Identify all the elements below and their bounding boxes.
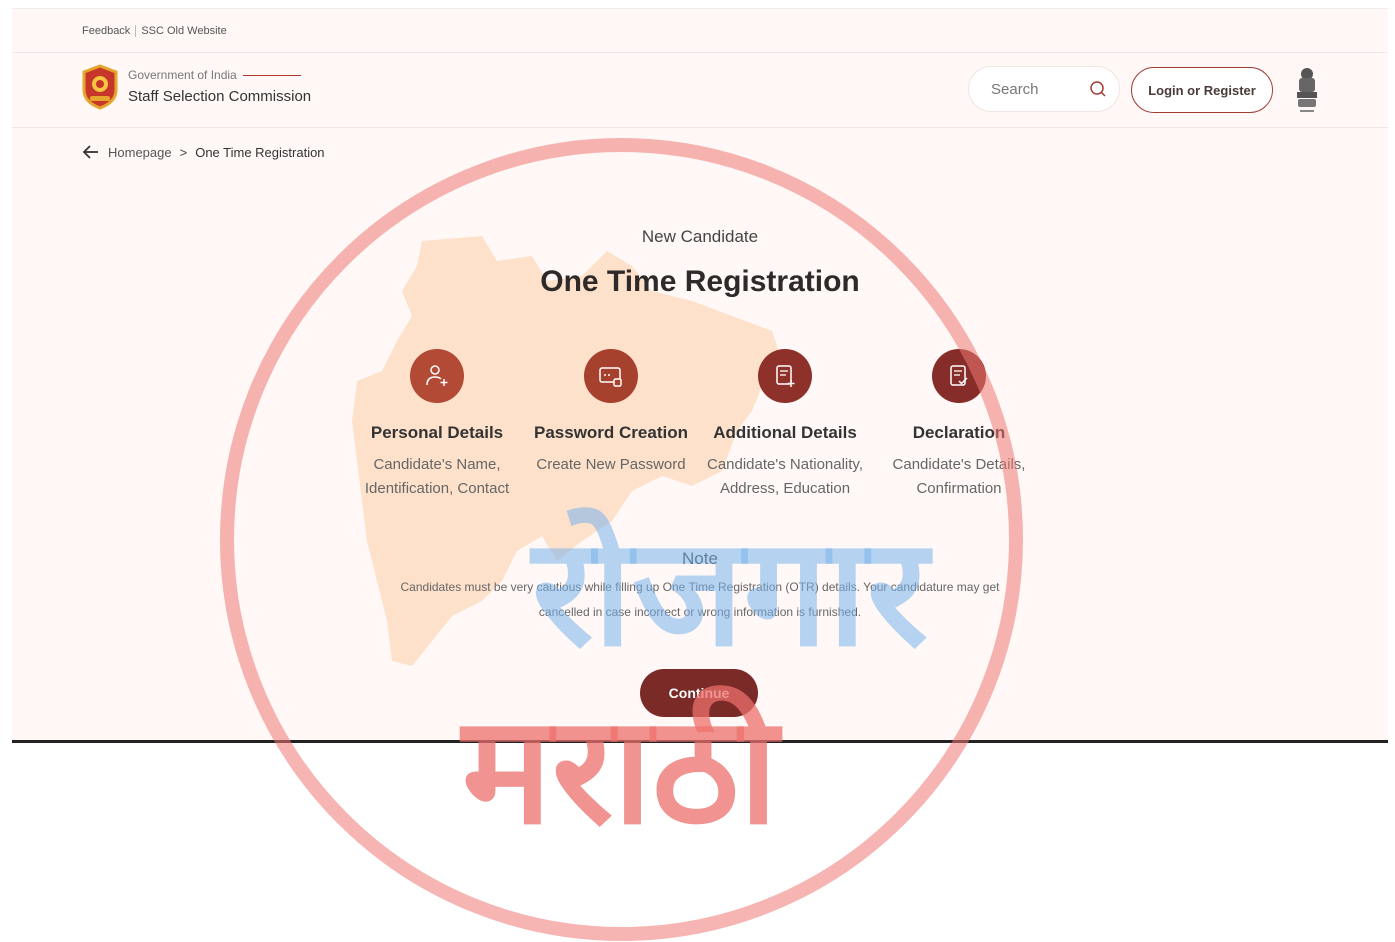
search-input[interactable] [989,79,1083,99]
note-label: Note [682,549,718,568]
page-title: One Time Registration [540,265,860,298]
feedback-link[interactable]: Feedback [82,25,130,37]
step-additional-details: Additional Details Candidate's Nationali… [698,349,872,519]
step-title: Password Creation [534,423,688,442]
org-name: Staff Selection Commission [128,88,312,105]
breadcrumb-current: One Time Registration [195,144,325,160]
step-personal-details: Personal Details Candidate's Name, Ident… [350,349,524,519]
add-user-icon [426,365,448,386]
breadcrumb: Homepage > One Time Registration [82,143,325,161]
step-title: Declaration [912,423,1006,442]
site-header: Government of India Staff Selection Comm… [12,54,1388,128]
step-declaration: Declaration Candidate's Details, Confirm… [872,349,1046,519]
step-icon-badge [584,349,638,403]
breadcrumb-home[interactable]: Homepage [108,145,172,160]
step-icon-badge [410,349,464,403]
registration-steps: Personal Details Candidate's Name, Ident… [350,349,1046,519]
login-register-button[interactable]: Login or Register [1131,67,1273,113]
step-title: Personal Details [370,423,504,442]
note-text: Candidates must be very cautious while f… [400,580,1000,619]
utility-bar: Feedback SSC Old Website [12,9,1388,53]
step-description: Candidate's Nationality, Address, Educat… [706,456,863,497]
step-description: Candidate's Details, Confirmation [892,456,1026,497]
search-icon[interactable] [1089,80,1107,98]
password-card-icon [599,367,622,387]
step-icon-badge [932,349,986,403]
step-password-creation: Password Creation Create New Password [524,349,698,519]
gov-label: Government of India [128,68,301,82]
ssc-logo-icon[interactable] [80,64,120,110]
page-subtitle: New Candidate [641,227,759,246]
step-icon-badge [758,349,812,403]
national-emblem-icon [1297,68,1317,112]
step-description: Create New Password [536,456,686,473]
document-check-icon [950,365,968,386]
document-add-icon [776,365,795,387]
gov-label-text: Government of India [128,68,237,82]
back-arrow-icon[interactable] [82,143,100,161]
continue-button[interactable]: Continue [640,669,758,717]
breadcrumb-separator: > [179,144,188,160]
window-bottom-border [12,740,1388,743]
brand-divider [242,74,301,76]
old-website-link[interactable]: SSC Old Website [141,25,226,37]
search-box[interactable] [968,66,1120,112]
step-description: Candidate's Name, Identification, Contac… [364,456,510,497]
utility-divider [135,24,137,37]
app-window: Feedback SSC Old Website Government of I… [12,8,1388,741]
step-title: Additional Details [713,423,857,442]
